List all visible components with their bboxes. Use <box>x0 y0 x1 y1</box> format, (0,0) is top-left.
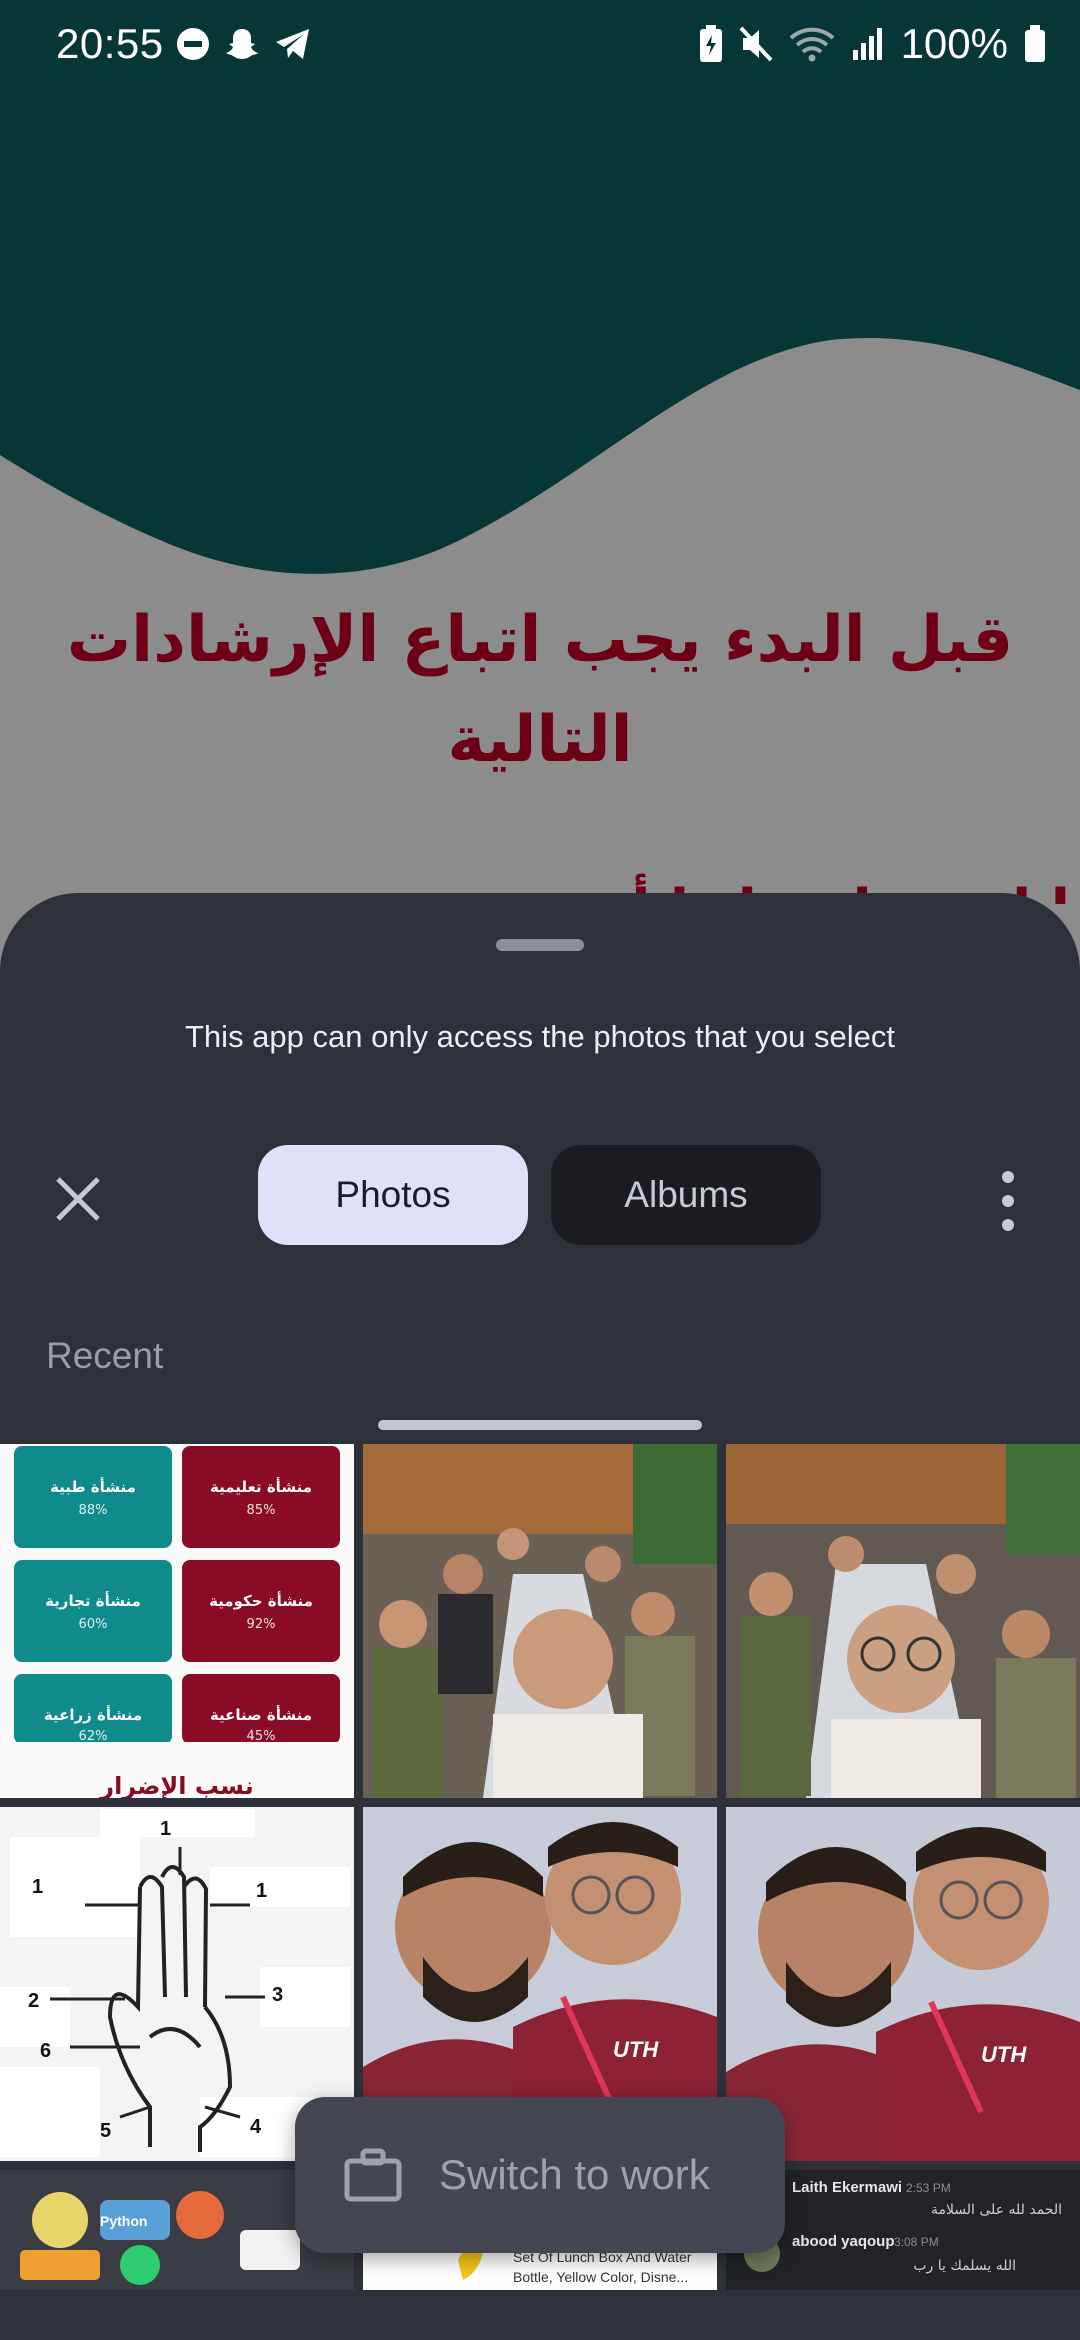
access-message: This app can only access the photos that… <box>185 1019 895 1054</box>
home-gesture-pill[interactable] <box>378 1420 702 1430</box>
mute-icon <box>739 26 773 62</box>
diagram-label: 1 <box>32 1876 43 1898</box>
photo-two-person-selfie-2[interactable]: UTH <box>726 1807 1080 2161</box>
stat-value: 92% <box>247 1617 276 1632</box>
product-caption-line: Bottle, Yellow Color, Disne... <box>513 2269 688 2285</box>
tab-albums[interactable]: Albums <box>551 1145 821 1245</box>
stat-label: منشأة زراعية <box>44 1705 142 1724</box>
battery-saver-icon <box>699 25 722 62</box>
svg-text:UTH: UTH <box>613 2037 659 2062</box>
battery-icon <box>1025 25 1045 62</box>
do-not-disturb-icon <box>177 28 209 60</box>
wifi-icon <box>789 27 834 62</box>
signal-icon <box>852 28 882 60</box>
chat-time: 2:53 PM <box>906 2181 951 2195</box>
switch-to-work-button[interactable]: Switch to work <box>295 2097 785 2253</box>
stat-label: منشأة طبية <box>50 1477 136 1496</box>
chat-message: الحمد لله على السلامة <box>931 2202 1062 2218</box>
drag-handle[interactable] <box>496 939 584 951</box>
snapchat-icon <box>226 29 258 59</box>
stat-label: منشأة حكومية <box>209 1591 313 1610</box>
chat-name: Laith Ekermawi <box>792 2179 902 2196</box>
chat-name: abood yaqoup <box>792 2233 895 2250</box>
switch-to-work-label: Switch to work <box>439 2151 710 2198</box>
stat-label: منشأة تجارية <box>45 1591 141 1610</box>
photo-picker-sheet: This app can only access the photos that… <box>0 893 1080 2340</box>
diagram-label: 1 <box>256 1880 267 1902</box>
chat-message: الله يسلمك يا رب <box>913 2258 1016 2274</box>
background-heading: قبل البدء يجب اتباع الإرشادات التالية <box>66 603 1014 777</box>
stat-value: 88% <box>79 1503 108 1518</box>
stat-value: 60% <box>79 1617 108 1632</box>
diagram-label: 2 <box>28 1990 39 2012</box>
svg-text:UTH: UTH <box>981 2042 1027 2067</box>
close-icon[interactable] <box>52 1173 104 1225</box>
diagram-label: 5 <box>100 2120 111 2142</box>
stat-value: 62% <box>79 1729 108 1744</box>
photo-group-selfie-2[interactable] <box>726 1444 1080 1798</box>
diagram-label: 1 <box>160 1818 171 1840</box>
section-label-recent: Recent <box>46 1335 164 1376</box>
battery-percent: 100% <box>900 20 1008 67</box>
diagram-label: 6 <box>40 2040 51 2062</box>
svg-text:Python: Python <box>100 2213 147 2229</box>
stat-label: منشأة صناعية <box>210 1705 312 1724</box>
briefcase-icon <box>344 2148 402 2202</box>
stats-caption: نسب الإضرار <box>99 1772 253 1798</box>
stat-value: 85% <box>247 1503 276 1518</box>
header-wave <box>0 0 1080 574</box>
photo-group-selfie[interactable] <box>363 1444 717 1798</box>
stat-value: 45% <box>247 1729 276 1744</box>
tab-photos[interactable]: Photos <box>258 1145 528 1245</box>
telegram-icon <box>276 29 309 59</box>
diagram-label: 3 <box>272 1984 283 2006</box>
more-vert-icon[interactable] <box>996 1171 1020 1231</box>
navigation-bar <box>0 2296 1080 2340</box>
status-bar: 20:55 100% <box>0 0 1080 86</box>
chat-time: 3:08 PM <box>894 2235 939 2249</box>
diagram-label: 4 <box>250 2116 262 2138</box>
stat-label: منشأة تعليمية <box>210 1477 312 1496</box>
photo-stats-infographic[interactable]: منشأة طبية 88% منشأة تعليمية 85% منشأة ت… <box>0 1444 354 1798</box>
status-time: 20:55 <box>56 20 164 67</box>
